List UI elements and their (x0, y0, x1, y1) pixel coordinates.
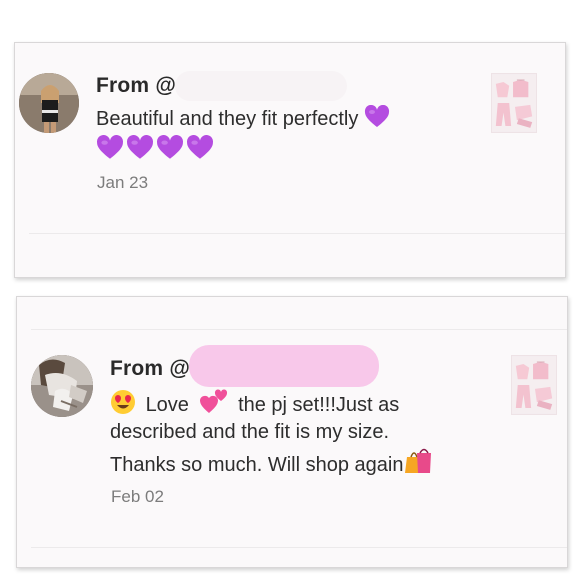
reviewer-avatar[interactable] (31, 355, 93, 417)
shopping-bags-icon (405, 448, 432, 473)
review-text-line3: Thanks so much. Will shop again (110, 454, 404, 476)
purple-heart-icon (364, 105, 389, 127)
review-message: Love the pj set!!!Just as (110, 389, 399, 420)
purple-heart-icon (187, 135, 213, 159)
divider (31, 547, 567, 548)
review-message: Beautiful and they fit perfectly (96, 105, 390, 134)
divider (31, 329, 567, 330)
product-thumbnail[interactable] (511, 355, 557, 415)
review-date: Feb 02 (111, 487, 164, 506)
review-message-line3: Thanks so much. Will shop again (110, 447, 433, 480)
redacted-username (175, 71, 347, 101)
review-card-1: From @ Beautiful and they fit perfectly … (14, 42, 566, 278)
redacted-username (189, 345, 379, 387)
review-text-line2: described and the fit is my size. (110, 421, 390, 443)
two-hearts-icon (199, 389, 227, 413)
from-label: From @ (96, 74, 177, 97)
review-date: Jan 23 (97, 173, 149, 192)
from-label: From @ (110, 357, 191, 380)
purple-heart-icon (97, 135, 123, 159)
purple-heart-icon (127, 135, 153, 159)
heart-eyes-emoji-icon (111, 390, 135, 414)
divider (29, 233, 565, 234)
product-thumbnail[interactable] (491, 73, 537, 133)
review-card-2: From @ Love the pj set!!!Just as describ… (16, 296, 568, 568)
reviewer-avatar[interactable] (19, 73, 79, 133)
heart-row (96, 135, 214, 166)
review-text-part2: the pj set!!!Just as (238, 394, 400, 416)
purple-heart-icon (157, 135, 183, 159)
review-text: Beautiful and they fit perfectly (96, 108, 359, 130)
review-text-part1: Love (145, 394, 189, 416)
